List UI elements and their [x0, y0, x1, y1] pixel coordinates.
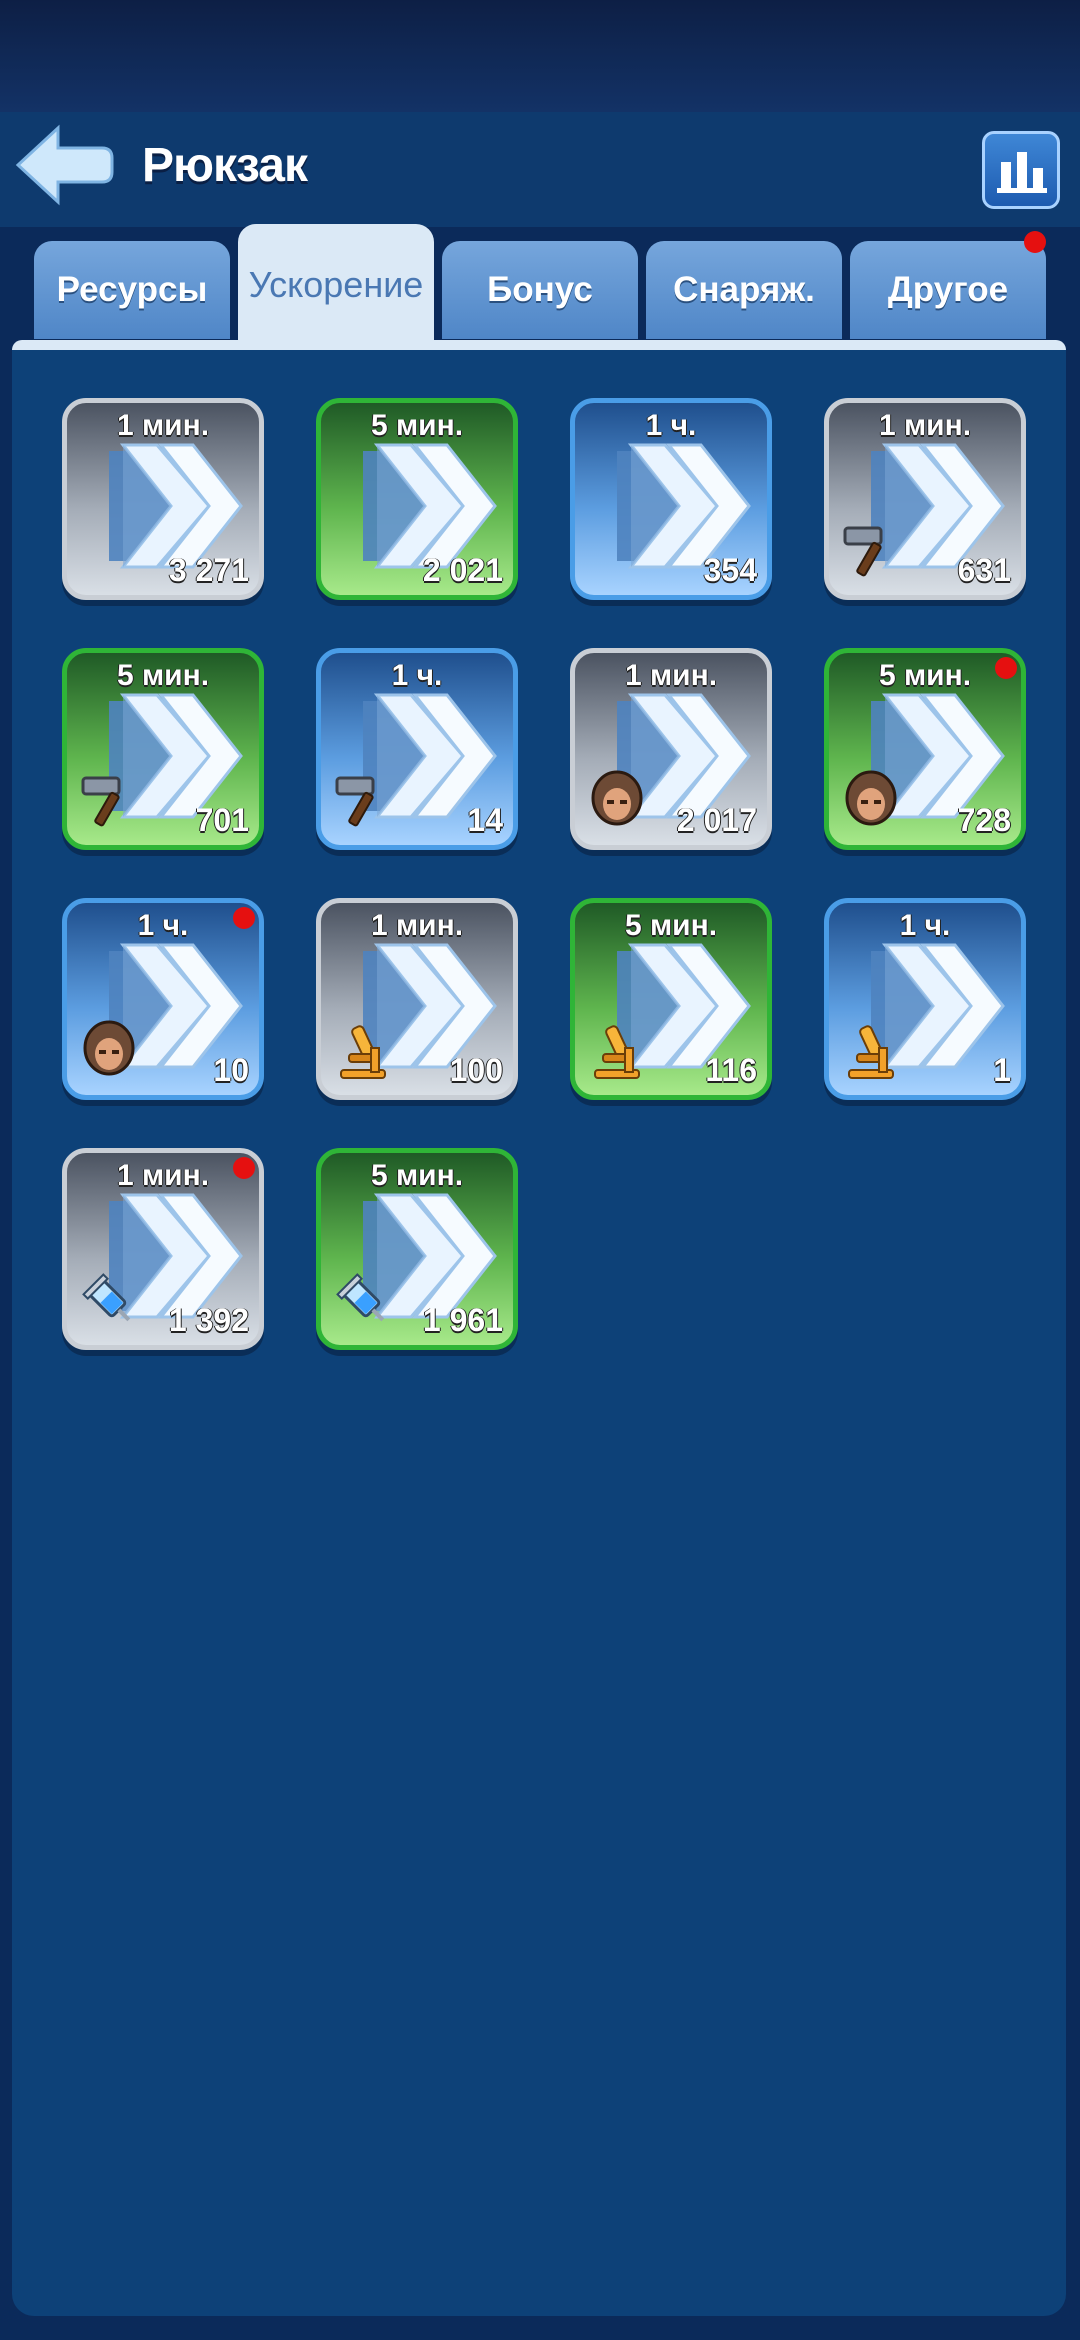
speedup-item[interactable]: 1 ч. 1	[824, 898, 1026, 1100]
tab-label: Ускорение	[248, 264, 424, 305]
item-duration: 5 мин.	[878, 659, 972, 692]
tab-label: Снаряж.	[673, 270, 815, 309]
status-bar-area	[0, 0, 1080, 112]
item-frame: 1 ч. 1	[829, 903, 1021, 1095]
speedup-item[interactable]: 1 мин. 3 271	[62, 398, 264, 600]
item-duration: 1 ч.	[391, 659, 443, 692]
item-count: 2 017	[676, 802, 757, 838]
item-duration: 1 мин.	[624, 659, 718, 692]
item-duration: 5 мин.	[370, 409, 464, 442]
speedup-item[interactable]: 1 ч. 10	[62, 898, 264, 1100]
item-frame: 5 мин. 728	[829, 653, 1021, 845]
back-button[interactable]	[14, 124, 114, 206]
syringe-icon	[77, 1268, 141, 1337]
tab-label: Бонус	[487, 270, 593, 309]
item-duration: 5 мин.	[624, 909, 718, 942]
microscope-icon	[839, 1018, 903, 1087]
speedup-item[interactable]: 1 мин. 631	[824, 398, 1026, 600]
soldier-icon	[585, 768, 649, 837]
page-title: Рюкзак	[142, 139, 308, 192]
speedup-item[interactable]: 5 мин. 728	[824, 648, 1026, 850]
item-count: 1 392	[168, 1302, 249, 1338]
notification-dot	[233, 1157, 255, 1179]
speedup-item[interactable]: 1 мин. 100	[316, 898, 518, 1100]
item-duration: 1 ч.	[137, 909, 189, 942]
tab-speedups[interactable]: Ускорение	[238, 224, 434, 342]
speedup-item[interactable]: 1 ч. 14	[316, 648, 518, 850]
item-frame: 1 мин. 1 392	[67, 1153, 259, 1345]
item-duration: 1 мин.	[370, 909, 464, 942]
microscope-icon	[585, 1018, 649, 1087]
item-count: 701	[195, 802, 249, 838]
tab-label: Ресурсы	[56, 270, 208, 309]
back-arrow-icon	[15, 124, 114, 206]
soldier-icon	[77, 1018, 141, 1087]
tab-resources[interactable]: Ресурсы	[34, 241, 230, 339]
item-frame: 1 мин. 100	[321, 903, 513, 1095]
hammer-icon	[77, 768, 141, 837]
tab-equipment[interactable]: Снаряж.	[646, 241, 842, 339]
speedup-item[interactable]: 5 мин. 1 961	[316, 1148, 518, 1350]
notification-dot	[233, 907, 255, 929]
notification-dot	[1024, 231, 1046, 253]
item-duration: 5 мин.	[370, 1159, 464, 1192]
microscope-icon	[331, 1018, 395, 1087]
item-count: 100	[449, 1052, 503, 1088]
item-count: 1	[993, 1052, 1011, 1088]
item-frame: 1 мин. 631	[829, 403, 1021, 595]
speedup-item[interactable]: 5 мин. 2 021	[316, 398, 518, 600]
item-frame: 1 мин. 3 271	[67, 403, 259, 595]
item-duration: 1 ч.	[645, 409, 697, 442]
item-frame: 1 ч. 14	[321, 653, 513, 845]
item-count: 728	[957, 802, 1011, 838]
item-count: 3 271	[168, 552, 249, 588]
item-frame: 1 мин. 2 017	[575, 653, 767, 845]
stats-button[interactable]	[982, 131, 1060, 209]
item-duration: 5 мин.	[116, 659, 210, 692]
tab-bonus[interactable]: Бонус	[442, 241, 638, 339]
tab-other[interactable]: Другое	[850, 231, 1046, 339]
speedup-item[interactable]: 5 мин. 701	[62, 648, 264, 850]
hammer-icon	[331, 768, 395, 837]
tab-label: Другое	[887, 270, 1009, 309]
speedup-item[interactable]: 1 мин. 2 017	[570, 648, 772, 850]
item-count: 631	[957, 552, 1011, 588]
item-duration: 1 мин.	[116, 409, 210, 442]
item-duration: 1 мин.	[878, 409, 972, 442]
item-count: 354	[703, 552, 757, 588]
item-duration: 1 мин.	[116, 1159, 210, 1192]
item-frame: 1 ч. 10	[67, 903, 259, 1095]
item-frame: 5 мин. 2 021	[321, 403, 513, 595]
item-duration: 1 ч.	[899, 909, 951, 942]
soldier-icon	[839, 768, 903, 837]
speedup-item[interactable]: 5 мин. 116	[570, 898, 772, 1100]
item-frame: 5 мин. 116	[575, 903, 767, 1095]
speedup-item[interactable]: 1 мин. 1 392	[62, 1148, 264, 1350]
bar-chart-icon	[997, 152, 1047, 193]
speedup-item[interactable]: 1 ч. 354	[570, 398, 772, 600]
item-frame: 5 мин. 1 961	[321, 1153, 513, 1345]
item-count: 14	[467, 802, 503, 838]
item-frame: 5 мин. 701	[67, 653, 259, 845]
item-count: 116	[705, 1052, 757, 1088]
item-count: 1 961	[422, 1302, 503, 1338]
syringe-icon	[331, 1268, 395, 1337]
item-count: 2 021	[422, 552, 503, 588]
notification-dot	[995, 657, 1017, 679]
item-count: 10	[213, 1052, 249, 1088]
hammer-icon	[839, 518, 903, 587]
item-frame: 1 ч. 354	[575, 403, 767, 595]
